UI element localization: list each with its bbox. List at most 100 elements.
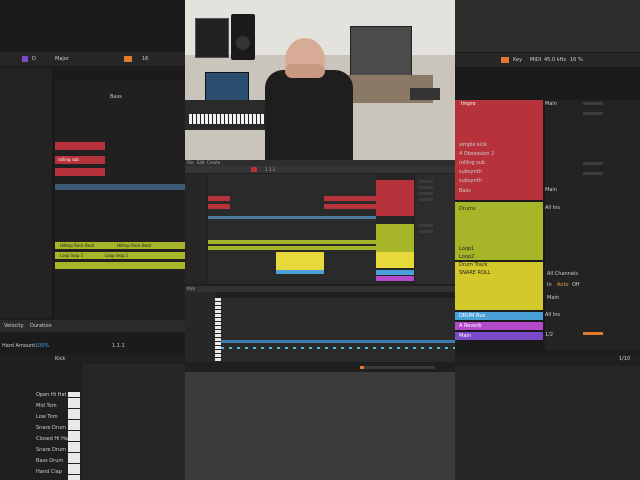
arr-clip-blue-2[interactable] xyxy=(276,270,324,274)
key-button[interactable] xyxy=(501,57,509,63)
center-video-frame: File Edit Create 1.1.1 Kick xyxy=(185,0,455,480)
mixer-slot-4[interactable] xyxy=(419,198,433,201)
arr-clip-green-2[interactable] xyxy=(208,246,376,250)
laptop-screen xyxy=(205,72,249,102)
session-red-clips[interactable] xyxy=(376,180,414,216)
clip-red-2[interactable]: rolling sub xyxy=(55,156,105,164)
track-name-12[interactable]: DRUM Bus xyxy=(459,313,485,319)
monitor-auto[interactable]: Auto xyxy=(557,282,569,288)
routing-1[interactable]: Main xyxy=(545,101,557,107)
stop-button[interactable] xyxy=(243,167,249,172)
drum-pad-bass-drum[interactable]: Bass Drum xyxy=(36,458,63,464)
menu-file[interactable]: File xyxy=(187,160,194,165)
left-note-grid[interactable] xyxy=(82,364,185,480)
scroll-bar[interactable] xyxy=(360,366,435,369)
clip-bar-repeat: Hilltop Rock Beat xyxy=(117,243,152,248)
play-button[interactable] xyxy=(235,167,241,172)
left-toolbar: D Major 16 xyxy=(0,52,185,66)
session-column xyxy=(376,174,414,284)
scroll-thumb[interactable] xyxy=(360,366,364,369)
menu-create[interactable]: Create xyxy=(207,160,220,165)
track-name-11[interactable]: SNARE ROLL xyxy=(459,270,491,276)
note-editor-grid[interactable] xyxy=(221,298,455,362)
left-bottom-tabs: Velocity Duration xyxy=(0,320,185,332)
track-name-13[interactable]: A Reverb xyxy=(459,323,482,329)
midi-label[interactable]: MIDI xyxy=(530,57,541,63)
track-name-9[interactable]: Loop2 xyxy=(459,254,474,260)
drum-pad-low-tom[interactable]: Low Tom xyxy=(36,414,58,420)
drum-pad-open-hihat[interactable]: Open Hi Hat xyxy=(36,392,66,398)
track-name-4[interactable]: subsynth xyxy=(459,169,482,175)
routing-7[interactable]: 1/2 xyxy=(545,332,553,338)
toolbar-value[interactable]: 16 xyxy=(142,56,148,62)
mixer-slot-3[interactable] xyxy=(419,192,433,195)
arr-clip-blue[interactable] xyxy=(208,216,376,219)
arr-clip-red-3[interactable] xyxy=(324,204,376,209)
track-name-10[interactable]: Drum Track xyxy=(459,262,488,268)
note-row-hihat[interactable] xyxy=(221,340,455,343)
drum-pad-snare-2[interactable]: Snare Drum xyxy=(36,447,66,453)
clip-green-2[interactable]: Loop loop 1 Loop loop 1 xyxy=(55,252,185,259)
arr-clip-green-1[interactable] xyxy=(208,240,376,244)
monitor-in[interactable]: In xyxy=(547,282,552,288)
drum-pad-snare[interactable]: Snare Drum xyxy=(36,425,66,431)
drum-pad-mid-tom[interactable]: Mid Tom xyxy=(36,403,57,409)
track-name-8[interactable]: Loop1 xyxy=(459,246,474,252)
clip-bar-2: Loop loop 1 xyxy=(60,253,84,258)
mixer-slot-2[interactable] xyxy=(419,186,433,189)
session-yellow-clips[interactable] xyxy=(376,252,414,268)
record-button[interactable] xyxy=(251,167,257,172)
arr-clip-red-4[interactable] xyxy=(324,196,376,201)
key-label[interactable]: Key xyxy=(513,57,522,63)
session-purple-clip[interactable] xyxy=(376,276,414,281)
note-row-kick[interactable] xyxy=(221,347,455,349)
track-name-3[interactable]: rolling sub xyxy=(459,160,485,166)
modular-synth xyxy=(350,26,412,76)
routing-3[interactable]: All Ins xyxy=(545,205,560,211)
volume-slot-1[interactable] xyxy=(583,102,603,105)
right-note-grid[interactable] xyxy=(455,366,640,480)
left-side-panel: D Major 16 Bass rolling sub Hilltop Rock… xyxy=(0,0,185,480)
session-green-clips[interactable] xyxy=(376,224,414,252)
drum-machine xyxy=(410,88,440,100)
piano-keys[interactable] xyxy=(68,392,80,480)
volume-slot-3[interactable] xyxy=(583,162,603,165)
arr-clip-red-2[interactable] xyxy=(208,204,230,209)
drum-pad-closed-hihat[interactable]: Closed Hi Hat xyxy=(36,436,70,442)
track-name-1[interactable]: simple kick xyxy=(459,142,487,148)
scale-toggle-icon[interactable] xyxy=(22,56,28,62)
routing-4[interactable]: All Channels xyxy=(547,271,578,277)
clip-red-3[interactable] xyxy=(55,168,105,176)
mixer-slot-1[interactable] xyxy=(419,180,433,183)
mixer-slot-5[interactable] xyxy=(419,224,433,227)
track-name-2[interactable]: 4 Obsession 2 xyxy=(459,151,494,157)
track-name-6[interactable]: Bass xyxy=(459,188,471,194)
left-drum-rack: Kick Open Hi Hat Mid Tom Low Tom Snare D… xyxy=(0,354,185,480)
bottom-value[interactable]: 100% xyxy=(35,343,49,349)
clip-red-1[interactable] xyxy=(55,142,105,150)
session-blue-clip[interactable] xyxy=(376,270,414,275)
routing-2[interactable]: Main xyxy=(545,187,557,193)
clip-green-1[interactable]: Hilltop Rock Beat Hilltop Rock Beat xyxy=(55,242,185,249)
arr-clip-yellow[interactable] xyxy=(276,252,324,270)
track-name-14[interactable]: Main xyxy=(459,333,471,339)
menu-edit[interactable]: Edit xyxy=(197,160,205,165)
scale-label[interactable]: Major xyxy=(55,56,69,62)
routing-6[interactable]: All Ins xyxy=(545,312,560,318)
track-name-5[interactable]: subsynth xyxy=(459,178,482,184)
fold-button[interactable] xyxy=(124,56,132,62)
tab-velocity[interactable]: Velocity xyxy=(4,323,24,329)
clip-green-3[interactable] xyxy=(55,262,185,269)
tab-duration[interactable]: Duration xyxy=(30,323,52,329)
volume-slot-orange[interactable] xyxy=(583,332,603,335)
scale-letter[interactable]: D xyxy=(32,56,36,62)
mixer-slot-6[interactable] xyxy=(419,230,433,233)
clip-blue-strip[interactable] xyxy=(55,184,185,190)
routing-5[interactable]: Main xyxy=(547,295,559,301)
volume-slot-4[interactable] xyxy=(583,172,603,175)
drum-pad-hand-clap[interactable]: Hand Clap xyxy=(36,469,62,475)
arr-clip-red-1[interactable] xyxy=(208,196,230,201)
monitor-off[interactable]: Off xyxy=(572,282,579,288)
volume-slot-2[interactable] xyxy=(583,112,603,115)
track-name-7[interactable]: Drums xyxy=(459,206,476,212)
